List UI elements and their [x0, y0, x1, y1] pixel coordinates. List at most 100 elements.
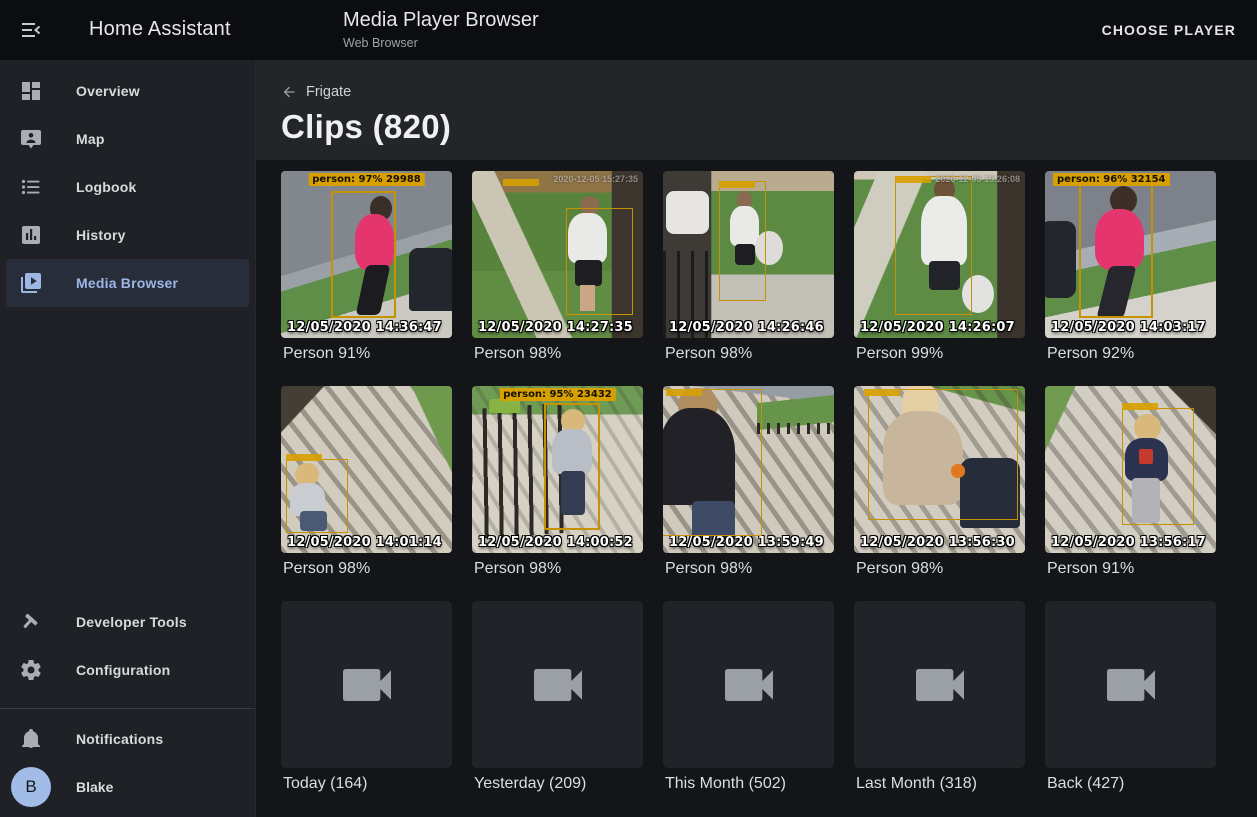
- page-subtitle: Web Browser: [343, 36, 539, 50]
- camera-osd-timestamp: 2020-12-05 15:27:35: [553, 174, 638, 184]
- detection-bbox: [1122, 408, 1194, 525]
- detection-label: [666, 389, 702, 396]
- detection-bbox: [1079, 184, 1153, 318]
- folder-back[interactable]: [1045, 601, 1216, 768]
- detection-label: [864, 389, 900, 396]
- media-clip-item: person: 96% 32154 12/05/2020 14:03:17 Pe…: [1045, 171, 1216, 363]
- media-player-title-block: Media Player Browser Web Browser: [343, 9, 539, 50]
- media-folder-item: Back (427): [1045, 601, 1216, 793]
- scene-shape: [757, 423, 834, 435]
- folder-caption: Back (427): [1045, 775, 1216, 793]
- detection-bbox: [566, 208, 633, 315]
- sidebar-item-configuration[interactable]: Configuration: [6, 646, 249, 694]
- detection-label: [895, 176, 931, 183]
- clip-timestamp: 12/05/2020 13:56:17: [1051, 535, 1206, 550]
- clip-timestamp: 12/05/2020 13:59:49: [669, 535, 824, 550]
- detection-label: person: 97% 29988: [308, 173, 425, 186]
- clip-timestamp: 12/05/2020 14:03:17: [1051, 320, 1206, 335]
- breadcrumb[interactable]: Frigate: [281, 60, 351, 100]
- clip-thumbnail[interactable]: 12/05/2020 13:56:17: [1045, 386, 1216, 553]
- clip-caption: Person 92%: [1045, 345, 1216, 363]
- clip-timestamp: 12/05/2020 14:27:35: [478, 320, 633, 335]
- app-header: Home Assistant Media Player Browser Web …: [0, 0, 1257, 60]
- sidebar-spacer: [0, 307, 255, 598]
- sidebar-user-profile[interactable]: B Blake: [6, 763, 249, 811]
- media-folder-item: Today (164): [281, 601, 452, 793]
- sidebar-item-history[interactable]: History: [6, 211, 249, 259]
- folder-this-month[interactable]: [663, 601, 834, 768]
- page-title: Media Player Browser: [343, 9, 539, 32]
- detection-label: person: 95% 23432: [499, 388, 616, 401]
- video-icon: [335, 653, 399, 717]
- clip-timestamp: 12/05/2020 14:26:07: [860, 320, 1015, 335]
- sidebar-item-label: Overview: [76, 83, 140, 99]
- clip-thumbnail[interactable]: person: 95% 23432 12/05/2020 14:00:52: [472, 386, 643, 553]
- media-clip-item: 12/05/2020 14:01:14 Person 98%: [281, 386, 452, 578]
- sidebar-tools: Developer Tools Configuration Notificati…: [0, 598, 255, 817]
- sidebar-item-developer-tools[interactable]: Developer Tools: [6, 598, 249, 646]
- sidebar-divider: [0, 708, 255, 709]
- detection-bbox: [663, 389, 762, 536]
- clip-thumbnail[interactable]: person: 97% 29988 12/05/2020 14:36:47: [281, 171, 452, 338]
- clip-caption: Person 99%: [854, 345, 1025, 363]
- detection-bbox: [331, 191, 396, 318]
- clip-thumbnail[interactable]: 2020-12-05 15:26:08 12/05/2020 14:26:07: [854, 171, 1025, 338]
- clip-thumbnail[interactable]: 12/05/2020 14:01:14: [281, 386, 452, 553]
- clip-timestamp: 12/05/2020 13:56:30: [860, 535, 1015, 550]
- sidebar: Overview Map Logbook: [0, 60, 256, 817]
- sidebar-item-label: Developer Tools: [76, 614, 187, 630]
- scene-shape: [409, 248, 452, 311]
- media-grid: person: 97% 29988 12/05/2020 14:36:47 Pe…: [281, 171, 1257, 816]
- media-clip-item: person: 95% 23432 12/05/2020 14:00:52 Pe…: [472, 386, 643, 578]
- scene-shape: [1045, 221, 1076, 298]
- clip-timestamp: 12/05/2020 14:36:47: [287, 320, 442, 335]
- sidebar-item-map[interactable]: Map: [6, 115, 249, 163]
- sidebar-item-media-browser[interactable]: Media Browser: [6, 259, 249, 307]
- detection-label: [1122, 403, 1158, 410]
- sidebar-item-label: Configuration: [76, 662, 170, 678]
- avatar: B: [11, 767, 51, 807]
- video-icon: [908, 653, 972, 717]
- clip-thumbnail[interactable]: 2020-12-05 15:27:35 12/05/2020 14:27:35: [472, 171, 643, 338]
- media-folder-item: This Month (502): [663, 601, 834, 793]
- media-clip-item: person: 97% 29988 12/05/2020 14:36:47 Pe…: [281, 171, 452, 363]
- detection-label: person: 96% 32154: [1053, 173, 1170, 186]
- dashboard-icon: [19, 79, 43, 103]
- scene-shape: [489, 399, 520, 412]
- menu-open-icon[interactable]: [18, 18, 46, 42]
- detection-label: [503, 179, 539, 186]
- sidebar-item-label: Media Browser: [76, 275, 178, 291]
- detection-bbox: [868, 389, 1018, 519]
- media-browser-header: Frigate Clips (820): [256, 60, 1257, 160]
- list-icon: [19, 175, 43, 199]
- app-title: Home Assistant: [89, 18, 231, 41]
- sidebar-item-notifications[interactable]: Notifications: [6, 715, 249, 763]
- detection-bbox: [286, 459, 348, 532]
- sidebar-item-label: History: [76, 227, 126, 243]
- folder-last-month[interactable]: [854, 601, 1025, 768]
- folder-today[interactable]: [281, 601, 452, 768]
- bar-chart-icon: [19, 223, 43, 247]
- clip-caption: Person 98%: [663, 345, 834, 363]
- clip-thumbnail[interactable]: 12/05/2020 13:56:30: [854, 386, 1025, 553]
- sidebar-item-label: Map: [76, 131, 105, 147]
- media-folder-item: Yesterday (209): [472, 601, 643, 793]
- media-clip-item: 12/05/2020 13:56:17 Person 91%: [1045, 386, 1216, 578]
- detection-bbox: [719, 181, 765, 301]
- sidebar-item-label: Notifications: [76, 731, 163, 747]
- clip-thumbnail[interactable]: person: 96% 32154 12/05/2020 14:03:17: [1045, 171, 1216, 338]
- sidebar-item-overview[interactable]: Overview: [6, 67, 249, 115]
- bell-icon: [19, 727, 43, 751]
- clip-thumbnail[interactable]: 12/05/2020 13:59:49: [663, 386, 834, 553]
- video-icon: [717, 653, 781, 717]
- choose-player-button[interactable]: CHOOSE PLAYER: [1102, 0, 1236, 60]
- clip-thumbnail[interactable]: 12/05/2020 14:26:46: [663, 171, 834, 338]
- page-title: Clips (820): [281, 108, 1257, 146]
- clip-caption: Person 91%: [1045, 560, 1216, 578]
- folder-caption: Last Month (318): [854, 775, 1025, 793]
- hammer-icon: [19, 610, 43, 634]
- folder-yesterday[interactable]: [472, 601, 643, 768]
- sidebar-item-logbook[interactable]: Logbook: [6, 163, 249, 211]
- detection-label: [286, 454, 322, 461]
- folder-caption: Yesterday (209): [472, 775, 643, 793]
